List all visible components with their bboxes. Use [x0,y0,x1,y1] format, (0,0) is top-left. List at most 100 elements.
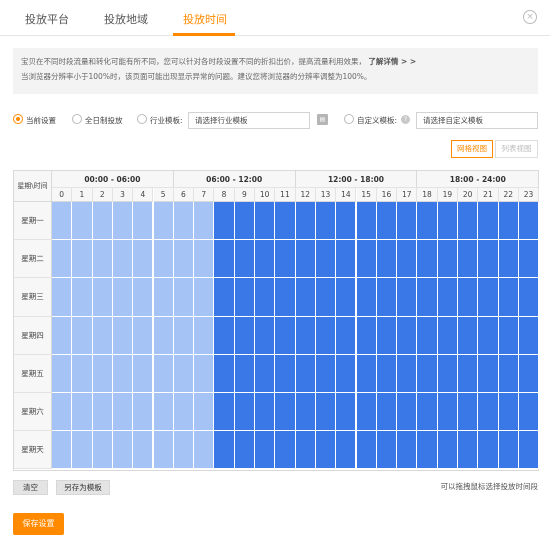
schedule-cell[interactable] [214,278,235,317]
hour-header[interactable]: 4 [133,188,154,202]
custom-template-select[interactable]: 请选择自定义模板 [416,112,538,129]
schedule-cell[interactable] [173,240,195,279]
schedule-cell[interactable] [336,431,357,470]
schedule-cell[interactable] [315,393,337,432]
schedule-cell[interactable] [234,202,255,241]
schedule-cell[interactable] [194,240,215,279]
schedule-cell[interactable] [356,354,377,393]
schedule-cell[interactable] [458,431,479,470]
schedule-cell[interactable] [417,354,438,393]
schedule-cell[interactable] [376,431,398,470]
schedule-cell[interactable] [173,278,195,317]
schedule-cell[interactable] [153,354,174,393]
schedule-cell[interactable] [518,202,540,241]
schedule-cell[interactable] [478,354,499,393]
schedule-cell[interactable] [498,393,519,432]
hour-header[interactable]: 22 [498,188,519,202]
schedule-cell[interactable] [214,240,235,279]
weekday-label[interactable]: 星期四 [14,316,52,355]
schedule-cell[interactable] [417,393,438,432]
schedule-cell[interactable] [72,393,93,432]
schedule-cell[interactable] [437,354,458,393]
schedule-cell[interactable] [153,316,174,355]
schedule-cell[interactable] [458,354,479,393]
schedule-cell[interactable] [295,354,316,393]
hour-header[interactable]: 5 [153,188,174,202]
schedule-cell[interactable] [52,431,73,470]
weekday-label[interactable]: 星期二 [14,240,52,279]
schedule-cell[interactable] [52,202,73,241]
schedule-cell[interactable] [275,431,296,470]
weekday-label[interactable]: 星期天 [14,431,52,470]
schedule-cell[interactable] [437,202,458,241]
hour-header[interactable]: 12 [295,188,316,202]
schedule-cell[interactable] [133,240,154,279]
schedule-cell[interactable] [315,316,337,355]
schedule-cell[interactable] [92,202,113,241]
hour-header[interactable]: 20 [458,188,479,202]
schedule-cell[interactable] [518,393,540,432]
schedule-cell[interactable] [295,240,316,279]
hour-header[interactable]: 23 [518,188,540,202]
schedule-cell[interactable] [133,316,154,355]
schedule-cell[interactable] [194,278,215,317]
schedule-cell[interactable] [478,202,499,241]
radio-custom-template[interactable] [344,114,354,124]
schedule-cell[interactable] [356,393,377,432]
hour-header[interactable]: 1 [72,188,93,202]
schedule-cell[interactable] [518,240,540,279]
schedule-cell[interactable] [336,202,357,241]
schedule-cell[interactable] [214,316,235,355]
tab-platform[interactable]: 投放平台 [25,11,69,27]
schedule-cell[interactable] [214,354,235,393]
schedule-cell[interactable] [52,240,73,279]
hour-header[interactable]: 3 [112,188,134,202]
schedule-cell[interactable] [275,202,296,241]
list-view-button[interactable]: 列表视图 [495,140,538,158]
schedule-cell[interactable] [92,316,113,355]
schedule-cell[interactable] [275,393,296,432]
schedule-cell[interactable] [437,278,458,317]
schedule-cell[interactable] [234,278,255,317]
schedule-cell[interactable] [234,431,255,470]
schedule-cell[interactable] [315,240,337,279]
schedule-cell[interactable] [478,316,499,355]
schedule-cell[interactable] [376,354,398,393]
schedule-cell[interactable] [275,354,296,393]
schedule-cell[interactable] [133,393,154,432]
schedule-cell[interactable] [194,431,215,470]
hour-header[interactable]: 9 [234,188,255,202]
schedule-cell[interactable] [52,316,73,355]
schedule-cell[interactable] [112,240,134,279]
schedule-cell[interactable] [295,393,316,432]
schedule-cell[interactable] [437,393,458,432]
schedule-cell[interactable] [478,240,499,279]
schedule-cell[interactable] [112,393,134,432]
hour-header[interactable]: 10 [255,188,276,202]
hour-header[interactable]: 18 [417,188,438,202]
schedule-cell[interactable] [92,431,113,470]
weekday-label[interactable]: 星期一 [14,202,52,241]
schedule-cell[interactable] [376,202,398,241]
schedule-cell[interactable] [112,202,134,241]
schedule-cell[interactable] [194,316,215,355]
schedule-cell[interactable] [437,240,458,279]
schedule-cell[interactable] [234,354,255,393]
schedule-cell[interactable] [498,202,519,241]
schedule-grid[interactable]: 星期\时间 00:00 - 06:00 06:00 - 12:00 12:00 - … [13,170,540,471]
schedule-cell[interactable] [295,316,316,355]
schedule-cell[interactable] [214,431,235,470]
schedule-cell[interactable] [458,202,479,241]
weekday-label[interactable]: 星期五 [14,354,52,393]
schedule-cell[interactable] [356,240,377,279]
schedule-cell[interactable] [173,431,195,470]
schedule-cell[interactable] [72,431,93,470]
schedule-cell[interactable] [315,354,337,393]
schedule-cell[interactable] [92,393,113,432]
schedule-cell[interactable] [194,393,215,432]
schedule-cell[interactable] [437,431,458,470]
weekday-label[interactable]: 星期三 [14,278,52,317]
schedule-cell[interactable] [397,278,418,317]
radio-current-setting[interactable] [13,114,23,124]
schedule-cell[interactable] [153,393,174,432]
